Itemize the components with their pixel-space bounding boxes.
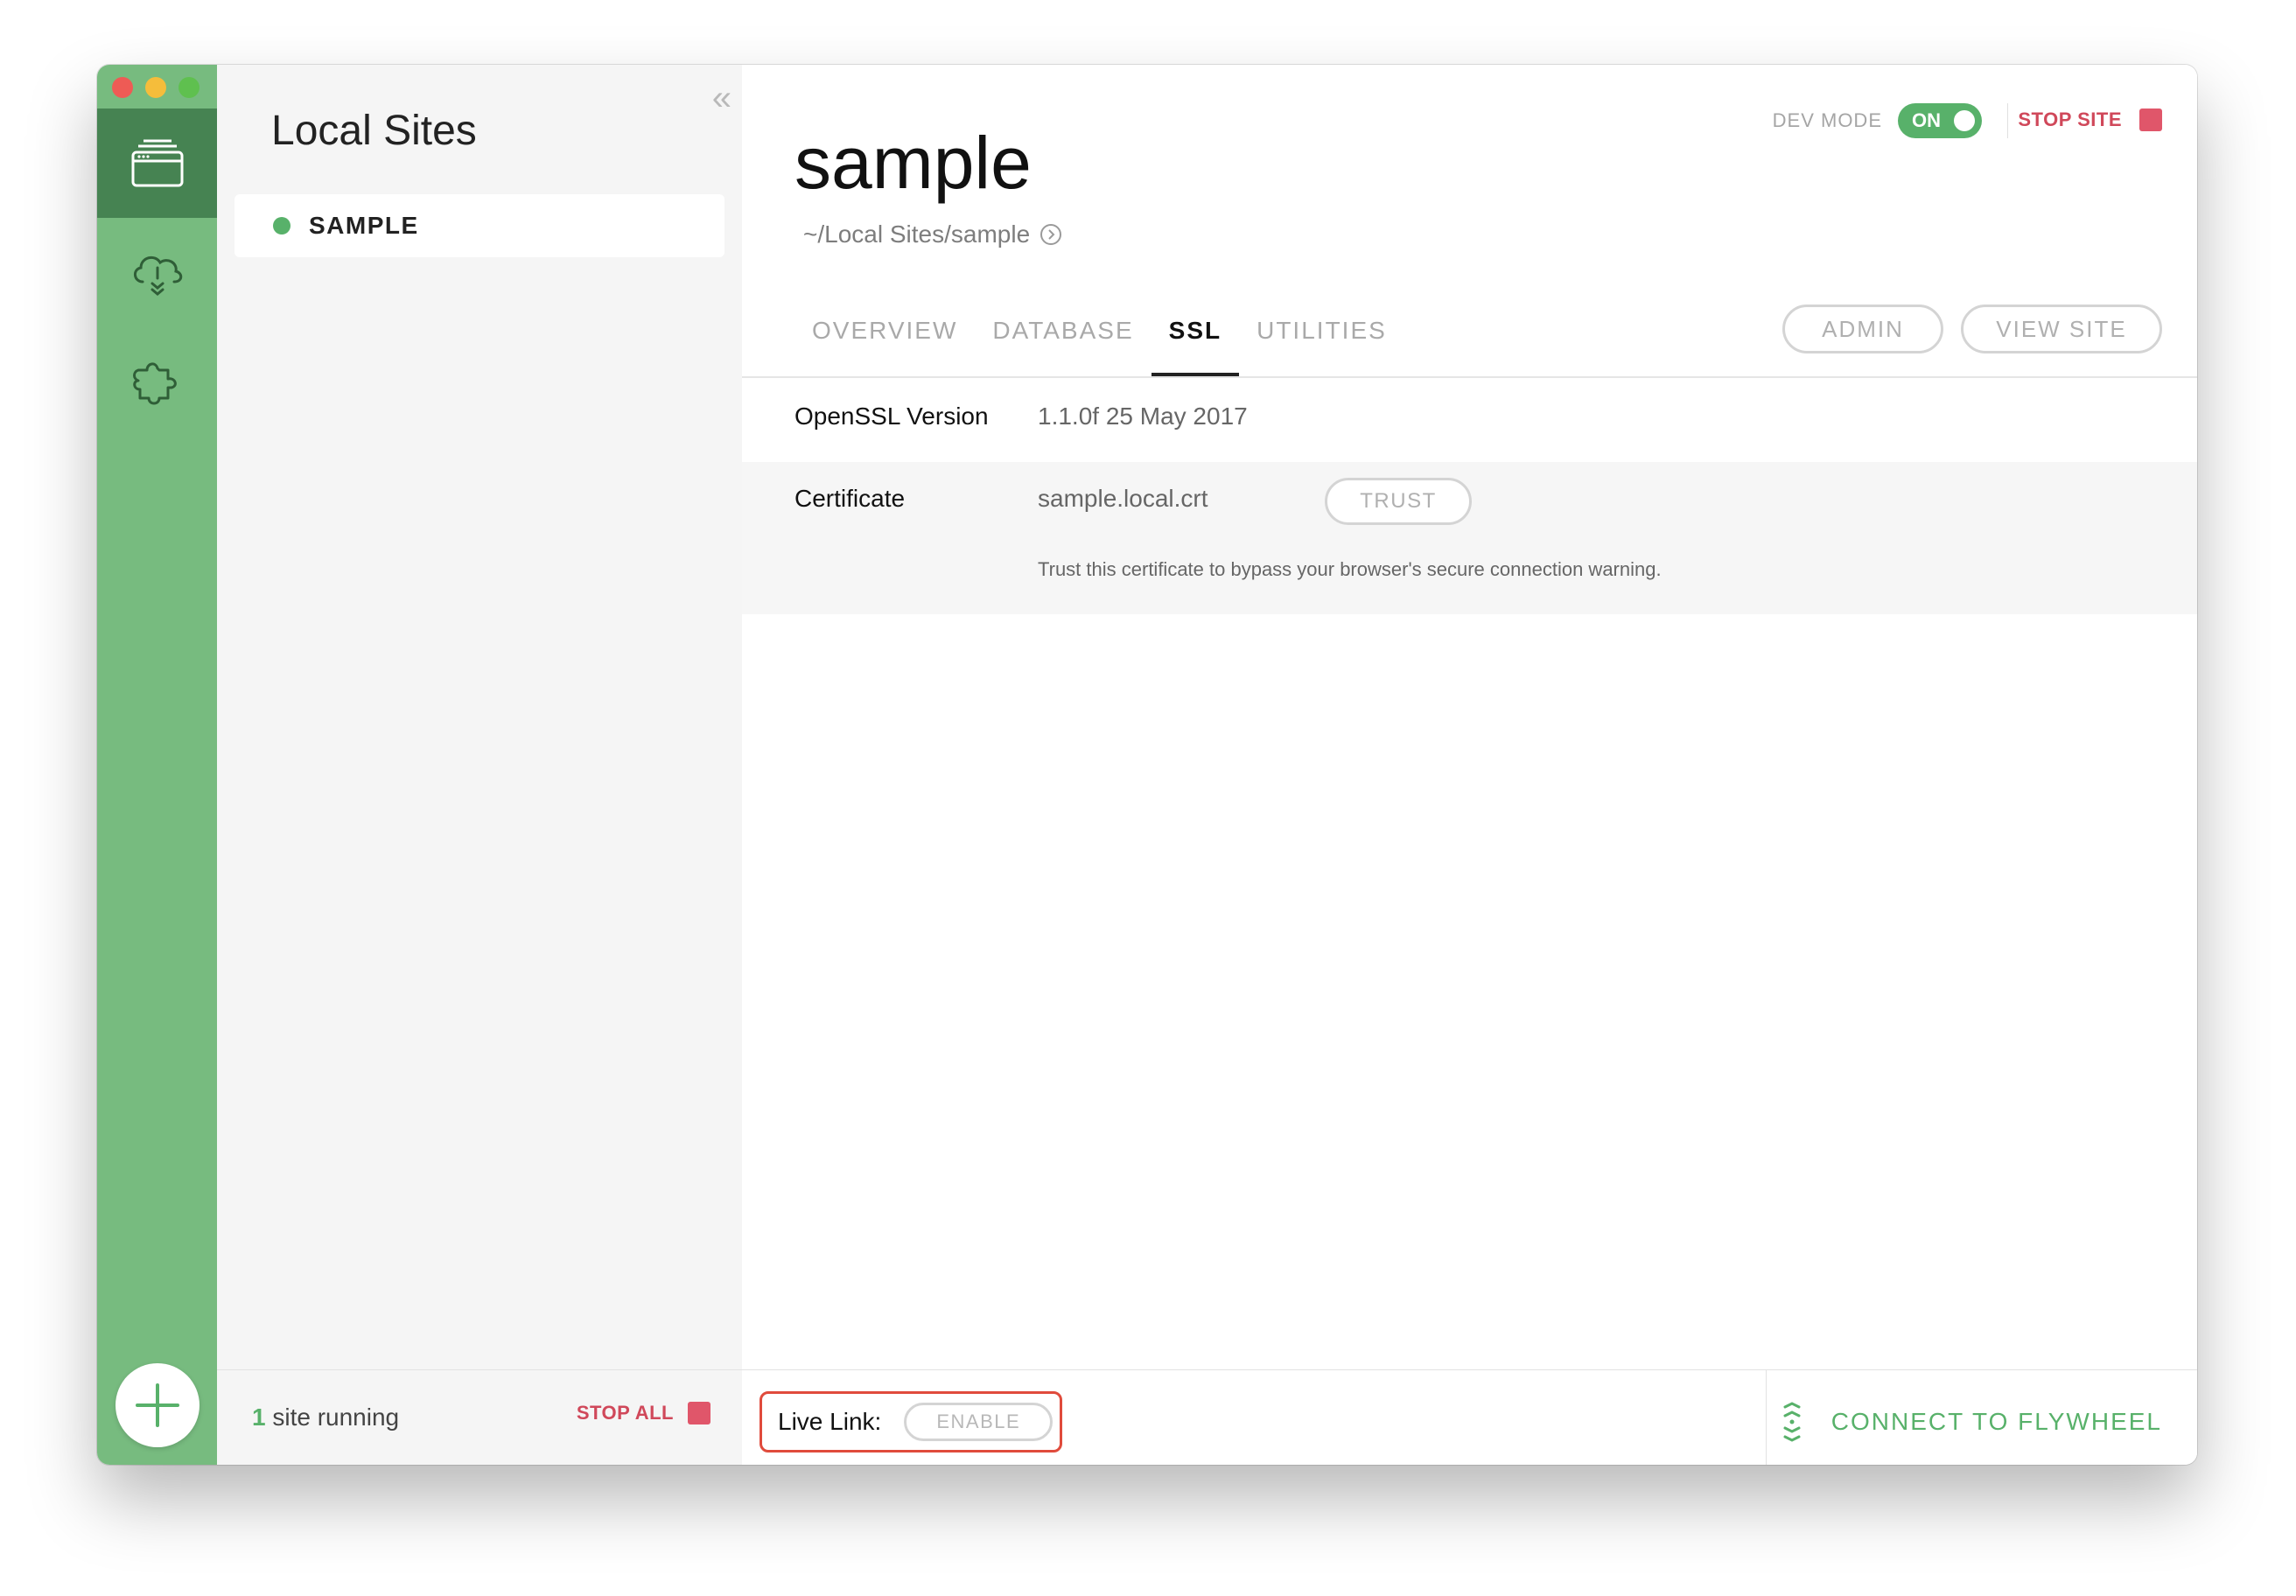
site-name: SAMPLE <box>309 212 419 239</box>
certificate-value: sample.local.crt <box>1038 485 1208 512</box>
dev-mode-state: ON <box>1912 109 1941 131</box>
plus-icon <box>136 1383 179 1427</box>
header-actions: ADMIN VIEW SITE <box>1782 304 2162 354</box>
site-path[interactable]: ~/Local Sites/sample <box>803 220 1063 248</box>
window-controls <box>112 77 200 98</box>
tab-overview[interactable]: OVERVIEW <box>812 312 975 378</box>
rail-item-cloud[interactable] <box>97 218 217 327</box>
stop-site-button[interactable]: STOP SITE <box>2018 108 2162 131</box>
site-detail: sample ~/Local Sites/sample DEV MODE ON … <box>742 65 2197 1465</box>
addons-icon <box>132 362 177 404</box>
stop-site-label: STOP SITE <box>2018 108 2122 130</box>
running-status: 1 site running <box>252 1404 399 1432</box>
toggle-knob <box>1954 110 1975 131</box>
enable-live-link-button[interactable]: ENABLE <box>904 1403 1054 1441</box>
stop-all-button[interactable]: STOP ALL <box>577 1402 710 1424</box>
stop-icon <box>2139 108 2162 131</box>
openssl-value: 1.1.0f 25 May 2017 <box>1038 402 1248 430</box>
running-count: 1 <box>252 1404 266 1431</box>
add-site-button[interactable] <box>116 1363 200 1447</box>
dev-mode-toggle[interactable]: ON <box>1898 103 1982 138</box>
view-site-button[interactable]: VIEW SITE <box>1961 304 2162 354</box>
main-footer: Live Link: ENABLE CONNECT TO FLYWHEEL <box>742 1369 2197 1465</box>
sites-panel: « Local Sites SAMPLE 1 site running STOP… <box>217 65 743 1465</box>
dev-mode-label: DEV MODE <box>1772 109 1882 131</box>
icon-rail <box>97 65 217 1465</box>
app-window: « Local Sites SAMPLE 1 site running STOP… <box>97 65 2197 1465</box>
site-status-dot <box>273 217 290 234</box>
sites-icon <box>131 139 183 186</box>
certificate-row: Certificate sample.local.crt TRUST Trust… <box>742 462 2197 614</box>
admin-button[interactable]: ADMIN <box>1782 304 1943 354</box>
stop-all-label: STOP ALL <box>576 1402 674 1424</box>
header-divider <box>2007 103 2008 138</box>
open-folder-arrow-icon <box>1040 224 1062 245</box>
live-link-highlight: Live Link: ENABLE <box>760 1391 1062 1452</box>
collapse-sidebar-icon[interactable]: « <box>712 80 732 116</box>
tab-ssl[interactable]: SSL <box>1151 312 1240 378</box>
flywheel-icon <box>1783 1402 1801 1442</box>
sites-footer: 1 site running STOP ALL <box>217 1369 742 1465</box>
site-title: sample <box>794 122 1032 204</box>
running-text: site running <box>265 1404 400 1431</box>
trust-note: Trust this certificate to bypass your br… <box>1038 558 1662 580</box>
zoom-window-button[interactable] <box>178 77 200 98</box>
close-window-button[interactable] <box>112 77 133 98</box>
dev-mode: DEV MODE ON <box>1773 103 1982 138</box>
certificate-label: Certificate <box>794 485 906 512</box>
site-path-text: ~/Local Sites/sample <box>803 220 1031 248</box>
trust-button[interactable]: TRUST <box>1325 478 1472 525</box>
openssl-row: OpenSSL Version 1.1.0f 25 May 2017 <box>742 378 2197 462</box>
cloud-icon <box>133 256 182 296</box>
stop-icon <box>688 1402 710 1424</box>
minimize-window-button[interactable] <box>145 77 166 98</box>
openssl-label: OpenSSL Version <box>794 402 989 430</box>
sites-title: Local Sites <box>271 108 477 154</box>
live-link-label: Live Link: <box>778 1408 882 1435</box>
site-tabs: OVERVIEW DATABASE SSL UTILITIES <box>812 312 1404 378</box>
footer-divider <box>1766 1370 1767 1465</box>
connect-flywheel-label: CONNECT TO FLYWHEEL <box>1830 1408 2162 1435</box>
connect-flywheel-button[interactable]: CONNECT TO FLYWHEEL <box>1781 1402 2162 1442</box>
tab-database[interactable]: DATABASE <box>975 312 1151 378</box>
rail-item-addons[interactable] <box>97 327 217 437</box>
site-list-item[interactable]: SAMPLE <box>234 194 724 257</box>
rail-item-sites[interactable] <box>97 108 217 218</box>
tab-utilities[interactable]: UTILITIES <box>1239 312 1404 378</box>
